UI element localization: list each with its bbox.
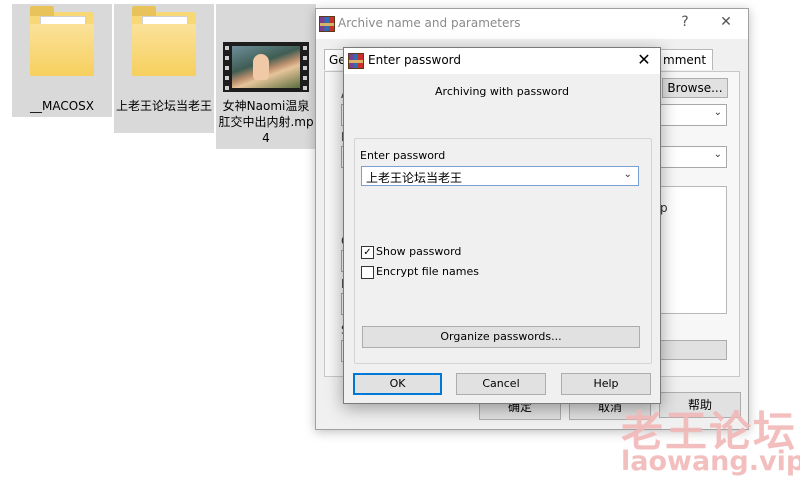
- dialog-title: Enter password: [368, 53, 461, 67]
- organize-passwords-button[interactable]: Organize passwords...: [362, 326, 640, 348]
- encrypt-file-names-label: Encrypt file names: [376, 265, 479, 278]
- dialog-titlebar: Enter password ✕: [344, 48, 660, 74]
- file-name: 上老王论坛当老王: [116, 99, 213, 113]
- help-button[interactable]: Help: [561, 373, 651, 395]
- archiving-options-list[interactable]: p: [659, 186, 727, 314]
- close-icon[interactable]: ✕: [634, 50, 654, 69]
- winrar-icon: [319, 16, 335, 32]
- option-fragment: p: [660, 201, 668, 215]
- file-name: __MACOSX: [29, 99, 94, 113]
- show-password-label: Show password: [376, 245, 462, 258]
- watermark-url: laowang.vip: [621, 446, 800, 477]
- folder-icon: [30, 6, 94, 76]
- chevron-down-icon: ⌄: [713, 107, 722, 118]
- password-input[interactable]: 上老王论坛当老王 ⌄: [361, 166, 639, 186]
- close-icon[interactable]: ✕: [716, 14, 736, 30]
- video-thumbnail-icon: [223, 42, 309, 92]
- desktop-file-video[interactable]: 女神Naomi温泉肛交中出内射.mp4: [216, 4, 316, 149]
- chevron-down-icon[interactable]: ⌄: [624, 169, 632, 180]
- dialog-subtitle: Archiving with password: [435, 85, 569, 98]
- password-value: 上老王论坛当老王: [366, 171, 463, 185]
- winrar-icon: [348, 53, 364, 69]
- archive-window-title: Archive name and parameters: [338, 16, 521, 30]
- checkbox-checked[interactable]: ✓: [361, 246, 374, 259]
- chevron-down-icon: ⌄: [713, 149, 722, 160]
- password-label: Enter password: [360, 149, 446, 162]
- archive-window-titlebar: Archive name and parameters ? ✕: [316, 9, 748, 39]
- ok-button[interactable]: OK: [353, 373, 442, 395]
- file-name: 女神Naomi温泉肛交中出内射.mp4: [218, 99, 314, 145]
- cancel-button[interactable]: Cancel: [456, 373, 546, 395]
- help-icon[interactable]: ?: [675, 14, 695, 30]
- set-password-button[interactable]: [659, 340, 727, 360]
- tab-comment[interactable]: mment: [658, 49, 714, 70]
- enter-password-dialog: Enter password ✕ Archiving with password…: [343, 47, 661, 404]
- browse-button[interactable]: Browse...: [662, 78, 728, 98]
- folder-icon: [132, 6, 196, 76]
- checkbox-unchecked[interactable]: [361, 266, 374, 279]
- desktop-file-macosx[interactable]: __MACOSX: [12, 4, 112, 117]
- desktop-file-folder-laowang[interactable]: 上老王论坛当老王: [114, 4, 214, 133]
